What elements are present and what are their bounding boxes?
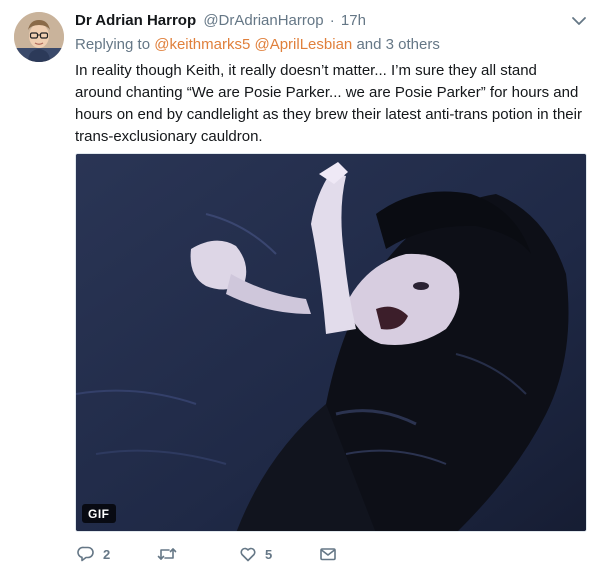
- retweet-icon: [157, 545, 177, 563]
- mention-link[interactable]: @AprilLesbian: [254, 36, 352, 53]
- user-handle[interactable]: @DrAdrianHarrop: [203, 12, 323, 29]
- reply-icon: [77, 545, 95, 563]
- replying-to: Replying to @keithmarks5 @AprilLesbian a…: [75, 35, 440, 55]
- mention-link[interactable]: @keithmarks5: [154, 36, 250, 53]
- gif-frame: [76, 154, 586, 531]
- avatar-image: [14, 12, 64, 62]
- like-button[interactable]: 5: [239, 542, 272, 566]
- tweet-text: In reality though Keith, it really doesn…: [75, 62, 582, 145]
- tweet: Dr Adrian Harrop @DrAdrianHarrop · 17h R…: [0, 0, 600, 574]
- replying-prefix: Replying to: [75, 36, 151, 53]
- like-count: 5: [265, 546, 273, 562]
- display-name[interactable]: Dr Adrian Harrop: [75, 12, 196, 29]
- gif-media[interactable]: GIF: [75, 153, 587, 532]
- tweet-actions: 2 5: [75, 542, 375, 566]
- avatar[interactable]: [14, 12, 64, 62]
- chevron-down-icon[interactable]: [570, 14, 588, 28]
- timestamp[interactable]: 17h: [341, 12, 366, 29]
- reply-button[interactable]: 2: [77, 542, 110, 566]
- gif-badge: GIF: [82, 504, 116, 523]
- reply-count: 2: [103, 546, 111, 562]
- retweet-button[interactable]: [157, 542, 185, 566]
- direct-message-button[interactable]: [319, 542, 337, 566]
- heart-icon: [239, 545, 257, 563]
- replying-others-link[interactable]: and 3 others: [356, 36, 439, 53]
- tweet-header: Dr Adrian Harrop @DrAdrianHarrop · 17h: [75, 11, 560, 31]
- envelope-icon: [319, 545, 337, 563]
- separator-dot: ·: [329, 12, 335, 29]
